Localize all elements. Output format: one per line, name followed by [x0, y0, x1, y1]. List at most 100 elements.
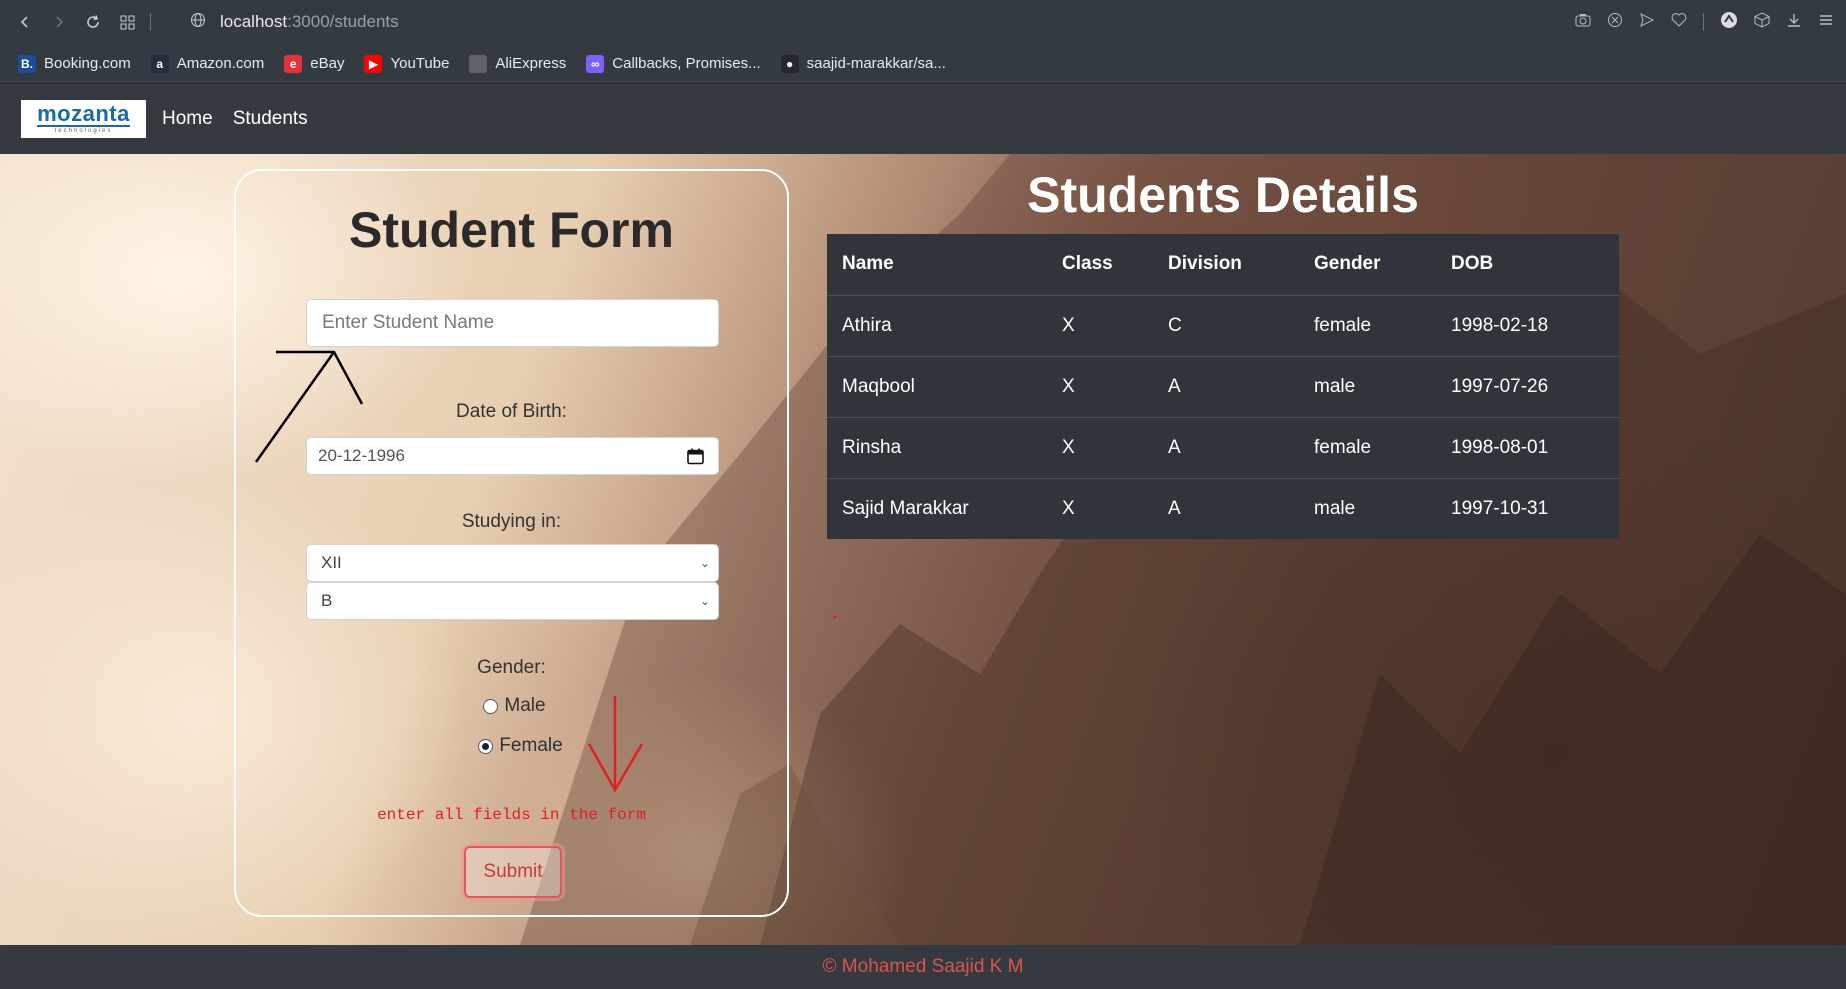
app-navbar: mozanta technologies Home Students	[0, 84, 1846, 154]
forward-icon[interactable]	[42, 5, 76, 39]
actions-divider	[1703, 13, 1704, 31]
male-radio[interactable]	[483, 698, 499, 714]
reload-icon[interactable]	[76, 5, 110, 39]
cell-gender: female	[1299, 295, 1436, 357]
cell-name: Sajid Marakkar	[842, 497, 969, 519]
studying-label: Studying in:	[461, 511, 562, 532]
gender-option-male[interactable]: Male	[236, 695, 787, 717]
header-dob: DOB	[1436, 234, 1619, 296]
camera-icon[interactable]	[1575, 13, 1591, 32]
back-icon[interactable]	[8, 5, 42, 39]
form-title: Student Form	[349, 202, 674, 258]
ebay-icon: e	[284, 54, 303, 73]
heart-icon[interactable]	[1671, 12, 1687, 32]
bookmark-item[interactable]: ● saajid-marakkar/sa...	[780, 54, 946, 73]
bookmark-label: saajid-marakkar/sa...	[806, 55, 946, 72]
table-row: Sajid Marakkar X A male 1997-10-31	[827, 478, 1619, 539]
toolbar-divider	[150, 13, 151, 31]
company-logo[interactable]: mozanta technologies	[21, 100, 146, 138]
students-details-title: Students Details	[1027, 167, 1419, 223]
page-footer: © Mohamed Saajid K M	[0, 945, 1846, 989]
class-select-value: XII	[321, 553, 342, 572]
cell-division: A	[1168, 497, 1181, 519]
cell-name: Athira	[827, 295, 1047, 357]
bookmark-label: eBay	[310, 55, 345, 72]
nav-link-home[interactable]: Home	[158, 108, 217, 130]
gender-label: Gender:	[477, 657, 546, 678]
cell-division: C	[1153, 295, 1299, 357]
bookmarks-bar: B. Booking.com a Amazon.com e eBay ▶ YouTube Ali…	[0, 44, 1846, 84]
booking-icon: B.	[18, 54, 36, 73]
bookmark-item[interactable]: e eBay	[284, 54, 345, 73]
menu-icon[interactable]	[1818, 12, 1834, 33]
bookmark-item[interactable]: AliExpress	[469, 54, 567, 73]
bookmark-label: Booking.com	[44, 55, 131, 72]
cell-class: X	[1062, 497, 1075, 519]
browser-actions	[1575, 0, 1834, 44]
cell-dob: 1997-07-26	[1436, 356, 1619, 418]
download-icon[interactable]	[1786, 12, 1802, 33]
dob-date-input[interactable]: 20-12-1996	[306, 437, 719, 475]
division-select[interactable]: B ⌄	[306, 582, 719, 620]
cell-division: A	[1153, 417, 1299, 479]
extension-icon[interactable]	[1720, 11, 1738, 34]
table-row: Athira X C female 1998-02-18	[827, 295, 1619, 357]
box-icon[interactable]	[1754, 11, 1770, 33]
cell-name: Rinsha	[827, 417, 1047, 479]
submit-button[interactable]: Submit	[464, 846, 562, 898]
students-table: Name Class Division Gender DOB Athira X …	[827, 234, 1619, 539]
youtube-icon: ▶	[364, 54, 383, 73]
bookmark-label: AliExpress	[495, 55, 567, 72]
female-radio[interactable]	[478, 738, 494, 754]
calendar-icon[interactable]	[687, 448, 704, 470]
block-icon[interactable]	[1607, 12, 1623, 33]
cell-dob: 1997-10-31	[1451, 497, 1549, 519]
male-radio-label: Male	[504, 695, 546, 716]
cell-class: X	[1047, 356, 1153, 418]
bookmark-item[interactable]: ∞ Callbacks, Promises...	[586, 54, 761, 73]
send-icon[interactable]	[1639, 12, 1655, 33]
header-division: Division	[1153, 234, 1299, 296]
cell-dob: 1998-08-01	[1436, 417, 1619, 479]
cell-division: A	[1153, 356, 1299, 418]
bookmark-label: YouTube	[390, 55, 450, 72]
address-bar[interactable]: localhost:3000/students	[190, 8, 399, 36]
tab-grid-icon[interactable]	[110, 5, 144, 39]
nav-link-students[interactable]: Students	[229, 108, 312, 130]
url-path: :3000/students	[287, 12, 399, 31]
class-select[interactable]: XII ⌄	[306, 544, 719, 582]
bookmark-item[interactable]: a Amazon.com	[150, 54, 265, 73]
cell-class: X	[1047, 295, 1153, 357]
bookmark-item[interactable]: ▶ YouTube	[364, 54, 450, 73]
callbacks-icon: ∞	[586, 54, 605, 73]
logo-text: mozanta	[37, 101, 130, 127]
cell-name: Maqbool	[827, 356, 1047, 418]
table-row: Maqbool X A male 1997-07-26	[827, 356, 1619, 418]
table-row: Rinsha X A female 1998-08-01	[827, 417, 1619, 479]
student-name-placeholder: Enter Student Name	[322, 312, 495, 333]
header-class: Class	[1047, 234, 1153, 296]
bookmark-label: Amazon.com	[176, 55, 265, 72]
student-form-card: Student Form Enter Student Name Date of …	[234, 169, 789, 917]
cell-class: X	[1047, 417, 1153, 479]
gender-option-female[interactable]: Female	[236, 735, 787, 757]
bookmark-item[interactable]: B. Booking.com	[18, 54, 131, 73]
logo-subtext: technologies	[54, 128, 113, 134]
footer-copyright: © Mohamed Saajid K M	[822, 956, 1024, 977]
globe-icon	[190, 12, 206, 33]
bookmark-label: Callbacks, Promises...	[612, 55, 761, 72]
url-host: localhost	[220, 12, 288, 31]
browser-toolbar: localhost:3000/students	[0, 0, 1846, 44]
dob-label: Date of Birth:	[456, 401, 567, 422]
cell-dob: 1998-02-18	[1436, 295, 1619, 357]
student-name-input[interactable]: Enter Student Name	[306, 299, 719, 347]
cell-gender: female	[1299, 417, 1436, 479]
female-radio-label: Female	[499, 735, 563, 756]
url-text: localhost:3000/students	[220, 12, 399, 32]
header-gender: Gender	[1299, 234, 1436, 296]
chevron-down-icon: ⌄	[699, 556, 710, 570]
amazon-icon: a	[150, 54, 169, 73]
form-error-message: enter all fields in the form	[377, 806, 646, 824]
dob-value: 20-12-1996	[318, 446, 405, 465]
github-icon: ●	[780, 54, 799, 73]
